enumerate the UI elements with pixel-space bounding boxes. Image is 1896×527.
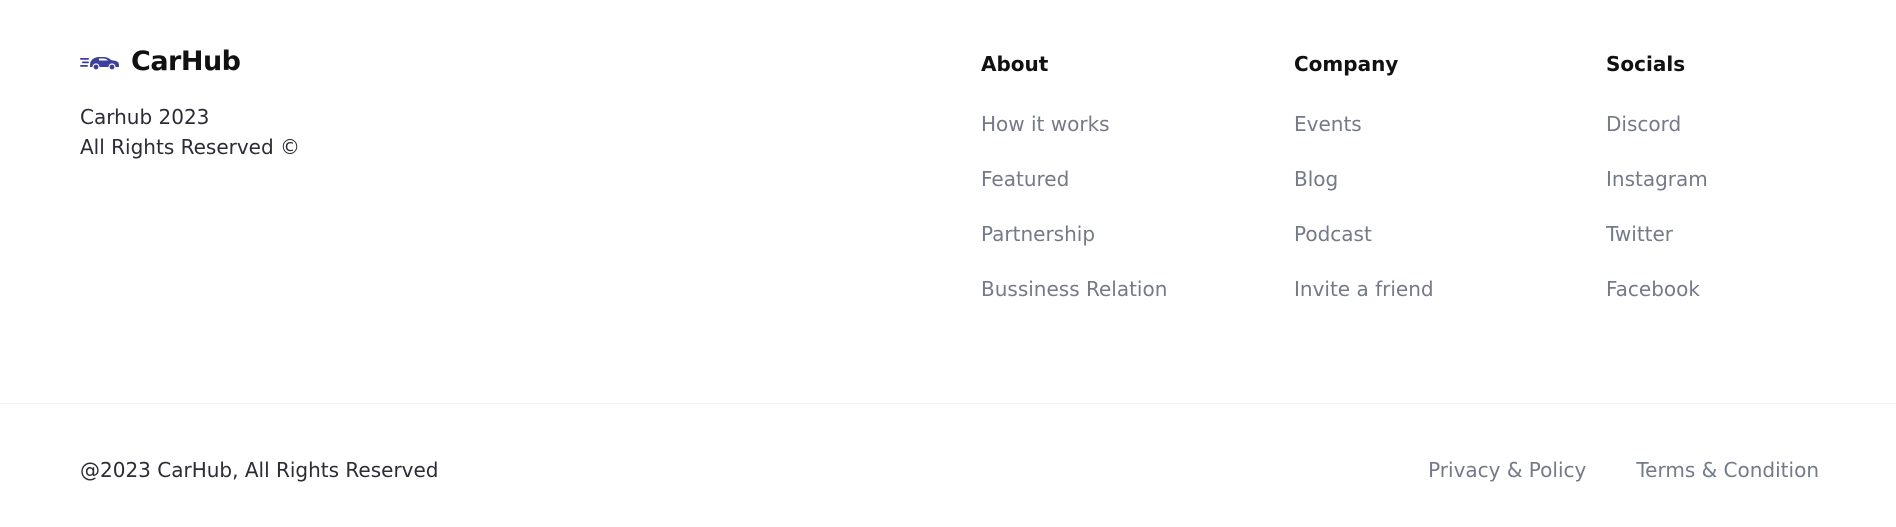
list-item: Invite a friend — [1294, 275, 1434, 330]
footer-bottom: @2023 CarHub, All Rights Reserved Privac… — [0, 404, 1896, 527]
list-item: Instagram — [1606, 165, 1708, 220]
copyright-rights: All Rights Reserved © — [80, 135, 301, 159]
column-title: Socials — [1606, 52, 1686, 76]
link-invite-friend[interactable]: Invite a friend — [1294, 277, 1434, 301]
car-speed-icon — [80, 57, 119, 71]
footer-column-socials: Socials Discord Instagram Twitter Facebo… — [1606, 50, 1708, 330]
link-partnership[interactable]: Partnership — [981, 222, 1095, 246]
link-how-it-works[interactable]: How it works — [981, 112, 1110, 136]
footer-brand: CarHub Carhub 2023 All Rights Reserved © — [80, 44, 300, 159]
legal-links: Privacy & Policy Terms & Condition — [1428, 456, 1819, 484]
link-featured[interactable]: Featured — [981, 167, 1069, 191]
column-links: Discord Instagram Twitter Facebook — [1606, 110, 1708, 330]
list-item: Podcast — [1294, 220, 1434, 275]
link-twitter[interactable]: Twitter — [1606, 222, 1673, 246]
link-instagram[interactable]: Instagram — [1606, 167, 1708, 191]
copyright-year: Carhub 2023 — [80, 105, 210, 129]
link-business-relation[interactable]: Bussiness Relation — [981, 277, 1167, 301]
logo-text: CarHub — [131, 45, 241, 77]
column-title: About — [981, 52, 1049, 76]
list-item: Bussiness Relation — [981, 275, 1167, 330]
column-title: Company — [1294, 52, 1399, 76]
privacy-policy-link[interactable]: Privacy & Policy — [1428, 456, 1586, 484]
list-item: How it works — [981, 110, 1167, 165]
terms-condition-link[interactable]: Terms & Condition — [1636, 456, 1819, 484]
site-footer: CarHub Carhub 2023 All Rights Reserved ©… — [0, 0, 1896, 527]
footer-top: CarHub Carhub 2023 All Rights Reserved ©… — [0, 0, 1896, 403]
column-links: Events Blog Podcast Invite a friend — [1294, 110, 1434, 330]
brand-copyright: Carhub 2023 All Rights Reserved © — [80, 102, 480, 162]
footer-column-about: About How it works Featured Partnership … — [981, 50, 1167, 330]
list-item: Discord — [1606, 110, 1708, 165]
logo[interactable]: CarHub — [80, 44, 241, 78]
list-item: Partnership — [981, 220, 1167, 275]
link-podcast[interactable]: Podcast — [1294, 222, 1372, 246]
link-blog[interactable]: Blog — [1294, 167, 1338, 191]
link-events[interactable]: Events — [1294, 112, 1362, 136]
footer-column-company: Company Events Blog Podcast Invite a fri… — [1294, 50, 1434, 330]
list-item: Blog — [1294, 165, 1434, 220]
list-item: Facebook — [1606, 275, 1708, 330]
column-links: How it works Featured Partnership Bussin… — [981, 110, 1167, 330]
bottom-copyright: @2023 CarHub, All Rights Reserved — [80, 458, 439, 482]
link-discord[interactable]: Discord — [1606, 112, 1681, 136]
link-facebook[interactable]: Facebook — [1606, 277, 1700, 301]
list-item: Events — [1294, 110, 1434, 165]
list-item: Featured — [981, 165, 1167, 220]
list-item: Twitter — [1606, 220, 1708, 275]
